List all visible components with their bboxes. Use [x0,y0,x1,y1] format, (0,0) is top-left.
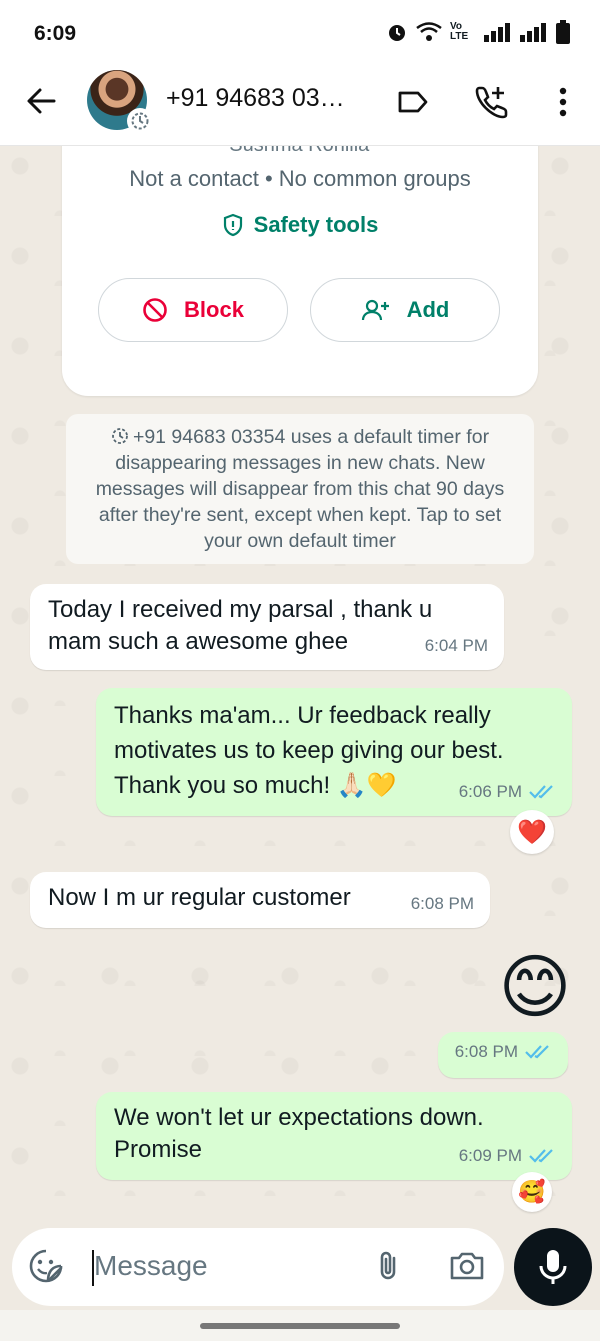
shield-icon [223,213,242,237]
signal-icon-2 [520,23,546,42]
add-call-icon[interactable] [472,82,512,122]
contact-subtitle: Not a contact • No common groups [129,166,471,191]
message-bubble[interactable]: Now I m ur regular customer 6:08 PM [30,872,490,928]
message-composer[interactable]: Message [12,1228,504,1306]
message-time: 6:06 PM [458,782,522,801]
alarm-icon [389,25,405,41]
status-bar: 6:09 Vo LTE [0,0,600,68]
message-time: 6:04 PM [424,636,488,655]
more-vert-icon[interactable] [543,82,583,122]
message-bubble[interactable]: Thanks ma'am... Ur feedback really motiv… [96,688,572,816]
status-icons: Vo LTE [386,20,570,44]
gesture-handle[interactable] [200,1323,400,1329]
reaction-badge[interactable]: ❤️ [510,810,554,854]
mic-button[interactable] [514,1228,592,1306]
avatar[interactable] [87,70,153,134]
chat-header: +91 94683 03… [0,68,600,146]
double-check-icon [525,1045,549,1059]
contact-info-card: ~ Sushma Rohilla Not a contact • No comm… [62,146,538,396]
emoji-message[interactable]: 😊 [490,942,580,1032]
message-text: Today I received my parsal , thank u mam… [48,596,433,655]
reaction-badge[interactable]: 🥰 [512,1172,552,1212]
page-title[interactable]: +91 94683 03… [166,84,345,113]
double-check-icon [529,1149,553,1163]
message-time: 6:09 PM [458,1146,522,1165]
label-icon[interactable] [393,82,433,122]
message-time: 6:08 PM [454,1042,518,1061]
system-note-text: +91 94683 03354 uses a default timer for… [95,426,505,552]
message-input[interactable]: Message [94,1250,208,1282]
volte-label: Vo LTE [450,21,469,42]
message-text: Now I m ur regular customer [48,884,351,911]
contact-name: ~ Sushma Rohilla [212,146,369,157]
double-check-icon [529,785,553,799]
safety-tools-link[interactable]: Safety tools [62,212,538,238]
block-label: Block [184,297,244,322]
signal-icon [484,23,510,42]
wifi-icon [416,22,442,41]
message-bubble[interactable]: We won't let ur expectations down. Promi… [96,1092,572,1180]
status-time: 6:09 [34,22,77,45]
message-bubble[interactable]: 6:08 PM [438,1032,568,1078]
emoji-sticker-icon[interactable] [28,1248,64,1284]
battery-icon [556,20,570,44]
mic-icon [539,1250,567,1284]
add-contact-button[interactable]: Add [310,278,500,342]
safety-tools-label: Safety tools [253,212,379,237]
message-bubble[interactable]: Today I received my parsal , thank u mam… [30,584,504,670]
chat-area[interactable]: ~ Sushma Rohilla Not a contact • No comm… [0,146,600,1226]
message-time: 6:08 PM [410,894,474,913]
add-person-icon [361,299,389,321]
block-button[interactable]: Block [98,278,288,342]
disappearing-timer-note[interactable]: +91 94683 03354 uses a default timer for… [66,414,534,564]
block-icon [143,298,167,322]
back-arrow-icon[interactable] [24,84,58,118]
camera-icon[interactable] [448,1248,486,1284]
attach-icon[interactable] [370,1248,406,1284]
timer-icon [112,428,128,444]
timer-icon [127,108,153,134]
add-label: Add [406,297,450,322]
